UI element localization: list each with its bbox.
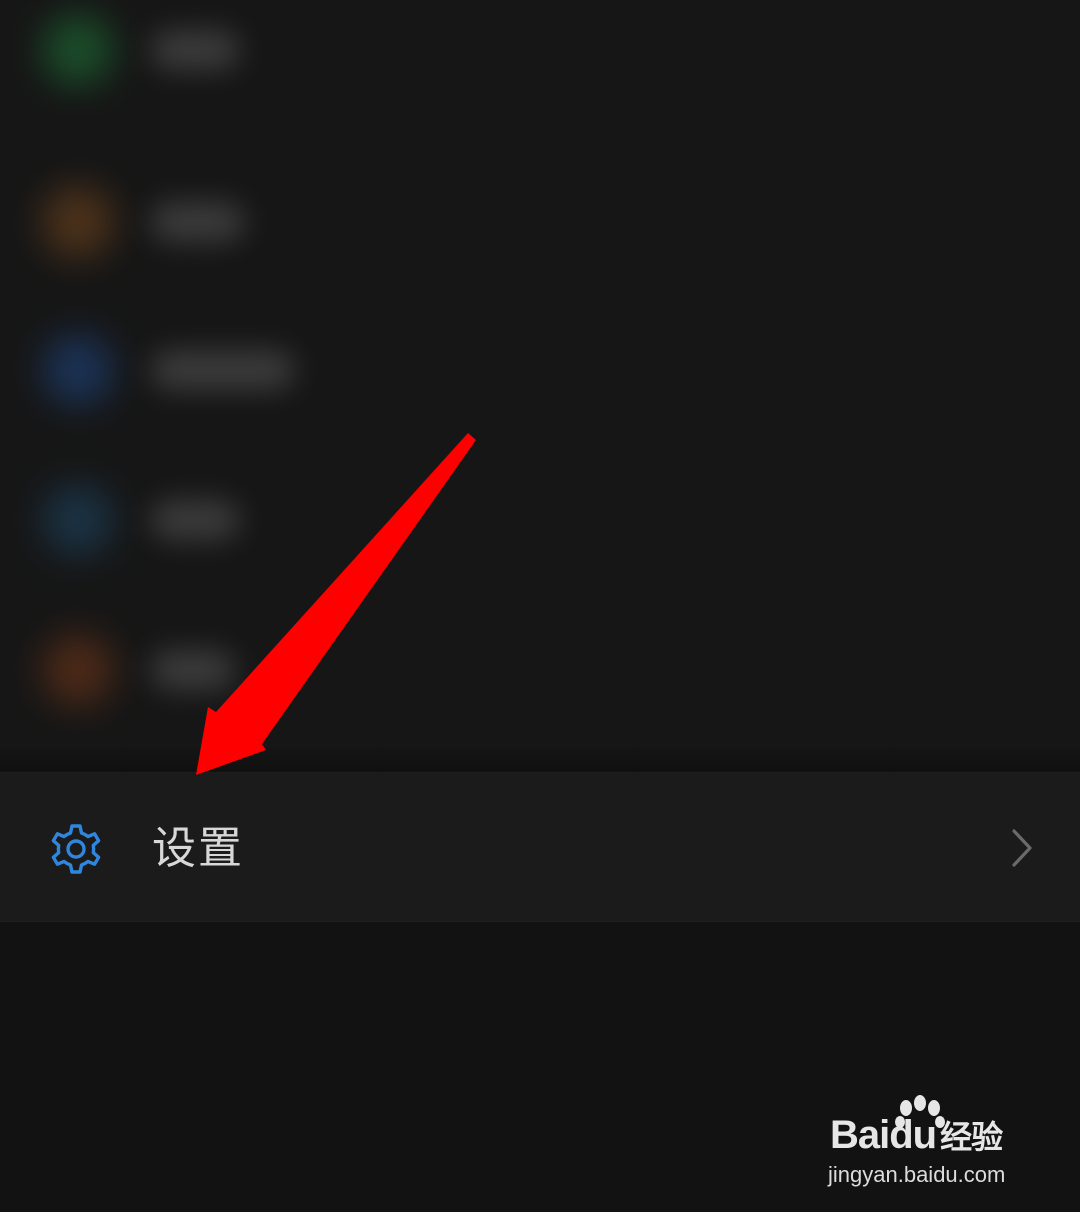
blurred-label [150,202,245,242]
settings-menu-item[interactable]: 设置 [0,772,1080,922]
gear-icon [51,824,101,874]
blurred-menu-item [0,620,1080,720]
blurred-menu-item [0,470,1080,570]
section-divider [0,748,1080,772]
blurred-icon [42,634,114,706]
blurred-icon [42,484,114,556]
baidu-jingyan-watermark: Baidu 经验 jingyan.baidu.com [826,1094,1026,1194]
blurred-menu-item [0,172,1080,272]
blurred-icon [42,186,114,258]
watermark-du: du [889,1113,937,1157]
watermark-bai: Bai [830,1113,890,1157]
blurred-menu-item [0,320,1080,420]
blurred-icon [42,14,114,86]
blurred-label [150,30,240,70]
phone-screen: 设置 Baidu 经验 jingyan.baidu.com [0,0,1080,1212]
blurred-menu-item [0,0,1080,100]
blurred-label [150,350,295,390]
watermark-logo-text: Baidu 经验 [830,1112,1003,1158]
blurred-menu-list [0,0,1080,748]
watermark-jingyan: 经验 [940,1118,1003,1156]
blurred-icon [42,334,114,406]
chevron-right-icon [1012,829,1032,867]
blurred-label [150,650,235,690]
watermark-url: jingyan.baidu.com [828,1162,1006,1187]
blurred-label [150,500,240,540]
settings-label: 设置 [152,823,244,874]
